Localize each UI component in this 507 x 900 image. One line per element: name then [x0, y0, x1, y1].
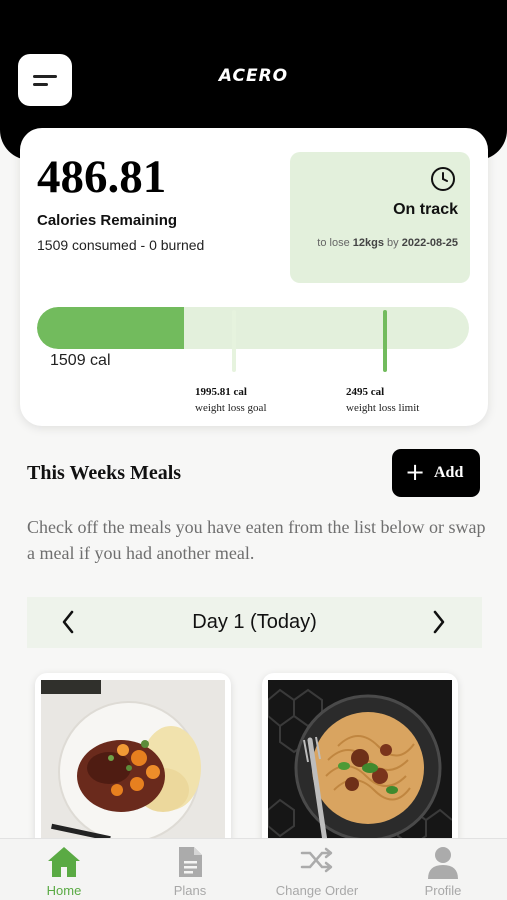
goal-label: weight loss goal	[195, 402, 267, 414]
tab-plans[interactable]: Plans	[135, 839, 245, 900]
chevron-right-icon[interactable]	[432, 609, 446, 635]
tab-plans-label: Plans	[173, 883, 207, 898]
goal-prefix: to lose	[317, 237, 350, 249]
status-box: On track to lose 12kgs by 2022-08-25	[290, 152, 470, 283]
meal-image-spaghetti	[268, 680, 452, 853]
goal-value: 1995.81 cal	[195, 386, 247, 398]
limit-value: 2495 cal	[346, 386, 385, 398]
tab-change-order-label: Change Order	[275, 883, 359, 898]
shuffle-icon	[300, 847, 333, 873]
tab-home-label: Home	[46, 883, 82, 898]
calorie-summary-card: 486.81 Calories Remaining 1509 consumed …	[20, 128, 488, 426]
goal-marker	[232, 310, 236, 372]
calorie-progress-bar	[37, 307, 469, 349]
status-text: On track	[393, 201, 458, 218]
tab-change-order[interactable]: Change Order	[262, 839, 372, 900]
meal-card-stew[interactable]	[35, 673, 231, 853]
meal-card-spaghetti[interactable]	[262, 673, 458, 853]
consumed-cal-label: 1509 cal	[50, 352, 111, 369]
document-icon	[179, 847, 202, 877]
goal-by: by	[387, 237, 399, 249]
home-icon	[48, 847, 80, 877]
tab-home[interactable]: Home	[9, 839, 119, 900]
meals-section-title: This Weeks Meals	[27, 462, 182, 484]
limit-label: weight loss limit	[346, 402, 420, 414]
clock-icon	[431, 167, 455, 191]
add-meal-button[interactable]: + Add	[392, 449, 480, 497]
plus-icon: +	[405, 458, 426, 486]
calories-remaining-label: Calories Remaining	[37, 212, 178, 229]
calorie-progress-fill	[37, 307, 184, 349]
meals-description: Check off the meals you have eaten from …	[27, 517, 486, 563]
goal-text: to lose 12kgs by 2022-08-25	[298, 235, 458, 252]
tab-profile[interactable]: Profile	[388, 839, 498, 900]
bottom-tab-bar: Home Plans Change Order Profile	[0, 838, 507, 900]
consumed-burned-text: 1509 consumed - 0 burned	[37, 237, 205, 253]
add-button-label: Add	[434, 464, 464, 481]
limit-marker	[383, 310, 387, 372]
user-icon	[428, 847, 458, 879]
meal-image-stew	[41, 680, 225, 853]
goal-amount: 12kgs	[352, 237, 384, 249]
tab-profile-label: Profile	[424, 883, 462, 898]
app-logo: ACERO	[218, 66, 289, 86]
goal-date: 2022-08-25	[401, 237, 458, 249]
day-label: Day 1 (Today)	[192, 611, 317, 633]
day-selector: Day 1 (Today)	[27, 597, 482, 648]
calories-remaining-value: 486.81	[37, 151, 167, 203]
